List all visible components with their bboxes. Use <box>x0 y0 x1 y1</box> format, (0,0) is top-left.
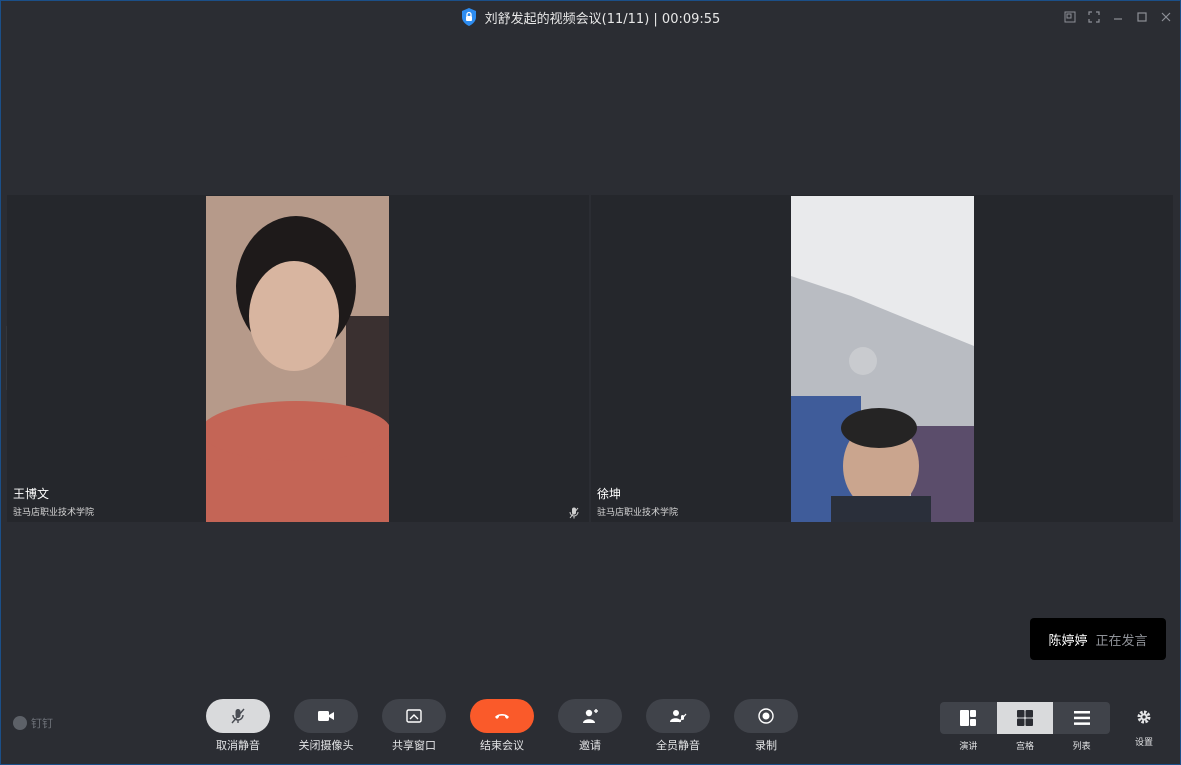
share-screen-icon <box>406 709 422 723</box>
participant-name: 王博文 <box>13 487 50 501</box>
participant-name: 徐坤 <box>597 487 622 501</box>
record-label: 录制 <box>755 739 777 752</box>
window-title: 刘舒发起的视频会议(11/11) | 00:09:55 <box>484 11 721 27</box>
grid-layout-icon <box>1017 710 1033 726</box>
brand-label: 钉钉 <box>31 717 53 730</box>
layout-grid-button[interactable] <box>996 702 1054 734</box>
gear-icon <box>1137 710 1151 724</box>
layout-speaker-label: 演讲 <box>959 742 978 752</box>
end-meeting-label: 结束会议 <box>480 739 524 752</box>
hang-up-icon <box>495 714 509 719</box>
brand: 钉钉 <box>13 715 53 731</box>
meeting-window: 刘舒发起的视频会议(11/11) | 00:09:55 王博文 驻马店职业技术学… <box>0 0 1181 765</box>
speaker-status: 正在发言 <box>1095 633 1148 649</box>
participant-org: 驻马店职业技术学院 <box>597 508 679 518</box>
dingtalk-logo-icon <box>13 716 27 730</box>
mic-icon <box>569 504 579 519</box>
video-stage: 王博文 驻马店职业技术学院 徐坤 驻马店职业技术学院 陈婷婷 正在发言 <box>6 33 1174 685</box>
layout-list-label: 列表 <box>1072 742 1091 752</box>
unmute-label: 取消静音 <box>216 739 260 752</box>
share-window-button[interactable] <box>382 699 446 733</box>
mute-all-label: 全员静音 <box>656 739 700 752</box>
camera-off-label: 关闭摄像头 <box>298 739 354 752</box>
layout-switcher <box>940 702 1110 734</box>
shield-lock-icon <box>461 8 477 26</box>
end-meeting-button[interactable] <box>470 699 534 733</box>
share-control: 共享窗口 <box>374 699 454 753</box>
mute-all-button[interactable] <box>646 699 710 733</box>
camera-off-button[interactable] <box>294 699 358 733</box>
list-layout-icon <box>1073 711 1090 725</box>
title-bar: 刘舒发起的视频会议(11/11) | 00:09:55 <box>1 1 1180 33</box>
mic-off-icon <box>231 708 245 724</box>
speaker-layout-icon <box>960 710 977 726</box>
settings-button[interactable]: 设置 <box>1129 709 1159 748</box>
record-icon <box>758 708 774 724</box>
close-icon[interactable] <box>1160 11 1172 23</box>
layout-list-button[interactable] <box>1053 702 1110 734</box>
maximize-icon[interactable] <box>1136 11 1148 23</box>
end-control: 结束会议 <box>462 699 542 753</box>
invite-label: 邀请 <box>579 739 601 752</box>
participant-org: 驻马店职业技术学院 <box>13 508 95 518</box>
popout-icon[interactable] <box>1064 11 1076 23</box>
title-group: 刘舒发起的视频会议(11/11) | 00:09:55 <box>461 8 721 27</box>
window-controls <box>1064 1 1172 33</box>
record-control: 录制 <box>726 699 806 753</box>
video-camera-icon <box>318 711 334 721</box>
mute-all-control: 全员静音 <box>638 699 718 753</box>
speaker-name: 陈婷婷 <box>1048 633 1088 649</box>
settings-label: 设置 <box>1134 738 1153 748</box>
share-window-label: 共享窗口 <box>392 739 436 752</box>
invite-button[interactable] <box>558 699 622 733</box>
active-speaker-toast: 陈婷婷 正在发言 <box>1030 618 1166 660</box>
layout-labels: 演讲 宫格 列表 <box>940 739 1110 752</box>
participant-tile[interactable]: 徐坤 驻马店职业技术学院 <box>591 195 1173 522</box>
layout-grid-label: 宫格 <box>1016 742 1035 752</box>
record-button[interactable] <box>734 699 798 733</box>
participant-video <box>206 196 389 522</box>
meeting-toolbar: 钉钉 取消静音 关闭摄像头 共享窗口 结束会议 邀请 全员静音 录制 演讲 宫格… <box>1 687 1180 764</box>
camera-control: 关闭摄像头 <box>286 699 366 753</box>
fullscreen-icon[interactable] <box>1088 11 1100 23</box>
mute-all-icon <box>670 710 687 723</box>
layout-speaker-button[interactable] <box>940 702 997 734</box>
add-person-icon <box>583 709 598 723</box>
unmute-button[interactable] <box>206 699 270 733</box>
unmute-control: 取消静音 <box>198 699 278 753</box>
participant-tile[interactable]: 王博文 驻马店职业技术学院 <box>7 195 589 522</box>
participant-video <box>791 196 974 522</box>
minimize-icon[interactable] <box>1112 11 1124 23</box>
invite-control: 邀请 <box>550 699 630 753</box>
